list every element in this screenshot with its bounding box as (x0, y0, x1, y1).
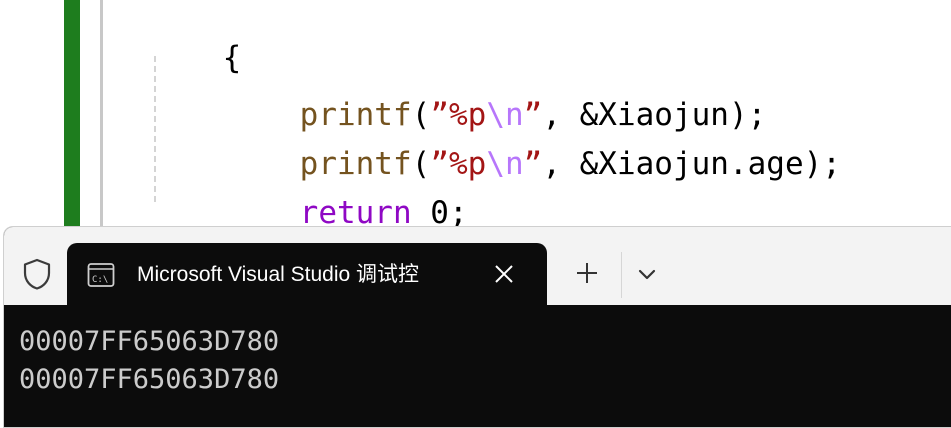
close-icon[interactable] (493, 263, 515, 285)
terminal-tab-bar: C:\ Microsoft Visual Studio 调试控 (4, 227, 951, 305)
output-line: 00007FF65063D780 (19, 364, 280, 395)
escape-seq: \n (486, 146, 524, 182)
code-args: , &Xiaojun.age); (542, 146, 841, 182)
editor-gutter-separator (100, 0, 103, 232)
terminal-tab[interactable]: C:\ Microsoft Visual Studio 调试控 (67, 243, 547, 305)
svg-text:C:\: C:\ (92, 275, 108, 285)
tab-bar-separator (621, 252, 622, 298)
change-indicator-bar (64, 0, 80, 232)
code-editor[interactable]: { printf(”%p\n”, &Xiaojun); printf(”%p\n… (0, 0, 951, 232)
console-icon: C:\ (87, 263, 115, 287)
output-line: 00007FF65063D780 (19, 326, 280, 357)
terminal-output: 00007FF65063D780 00007FF65063D780 (19, 323, 279, 399)
shield-icon[interactable] (20, 257, 54, 291)
tab-title: Microsoft Visual Studio 调试控 (137, 263, 420, 286)
plus-icon[interactable] (575, 261, 599, 285)
terminal-window[interactable]: C:\ Microsoft Visual Studio 调试控 00007FF6… (3, 226, 951, 428)
string-quote: ” (523, 146, 543, 182)
code-line-4[interactable]: return 0; (225, 153, 468, 232)
chevron-down-icon[interactable] (636, 263, 658, 285)
